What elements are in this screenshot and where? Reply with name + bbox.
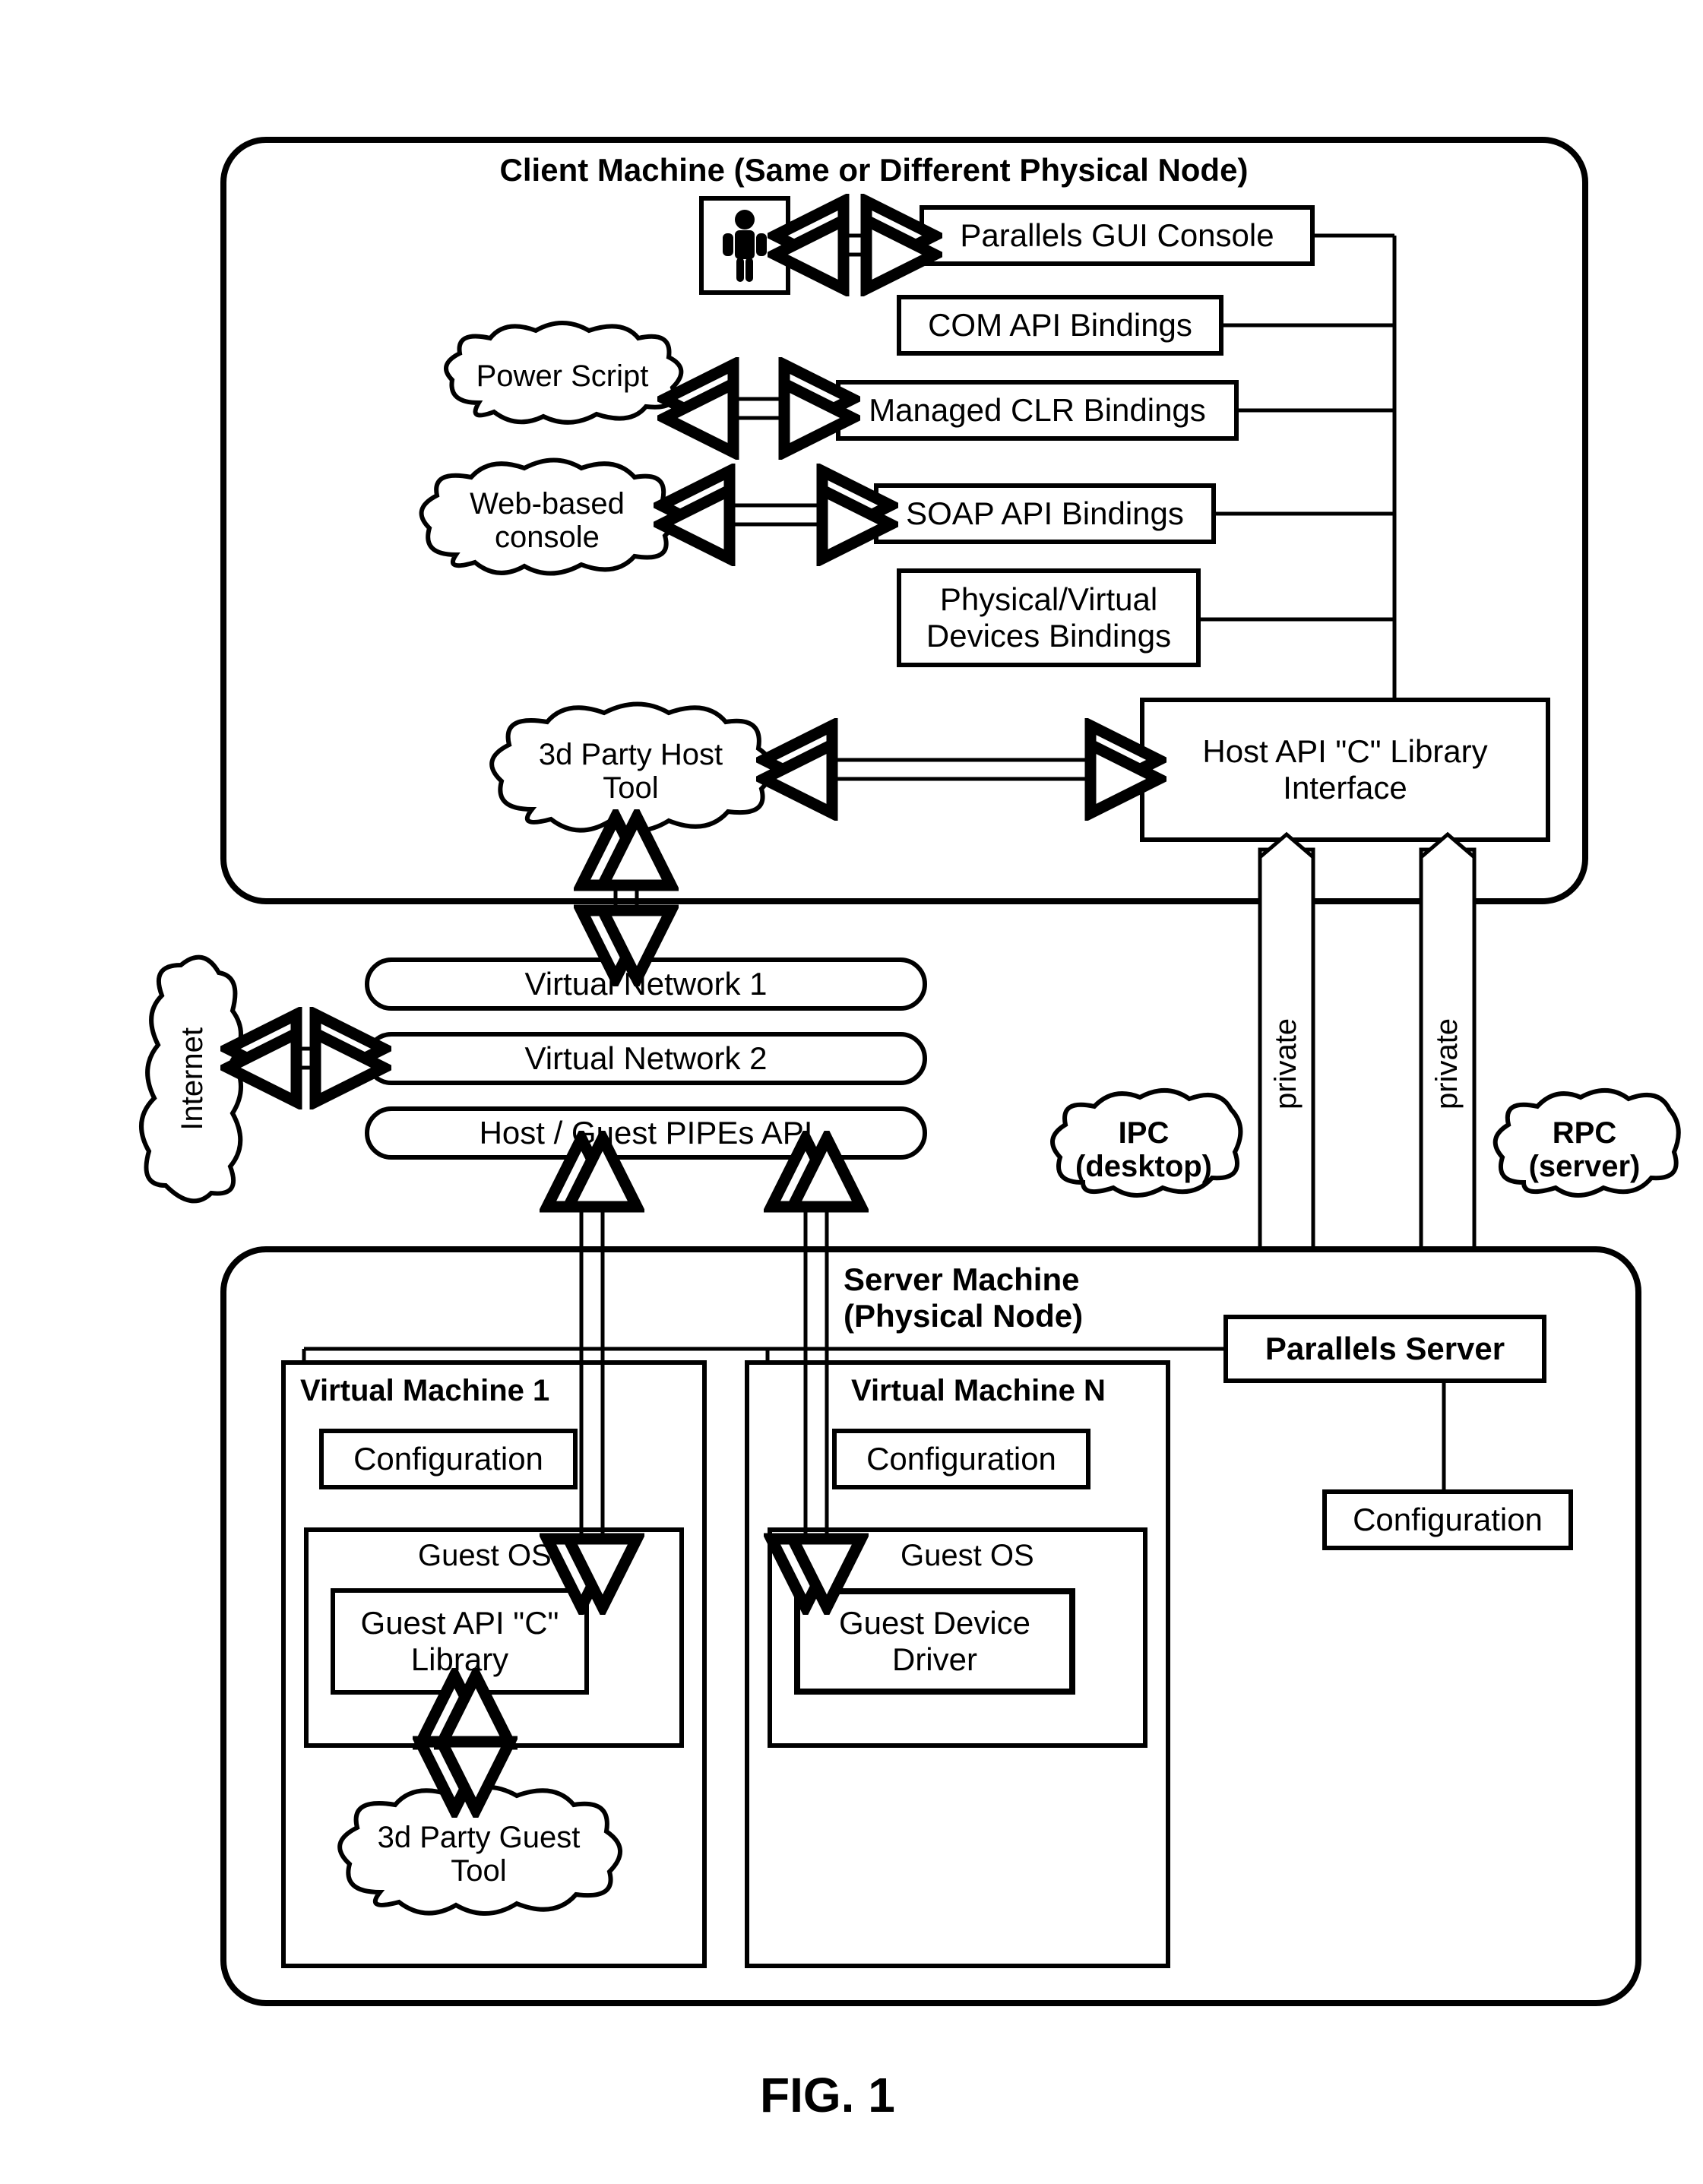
figure-stage: Client Machine (Same or Different Physic…: [0, 0, 1703, 2184]
server-connectors: [0, 0, 1703, 2052]
third-party-guest-label: 3d Party Guest Tool: [355, 1821, 603, 1888]
rpc-server-label: RPC (server): [1506, 1116, 1663, 1183]
power-script-label: Power Script: [454, 359, 672, 393]
third-party-host-label: 3d Party Host Tool: [516, 738, 745, 805]
internet-label: Internet: [153, 1027, 232, 1131]
ipc-desktop-label: IPC (desktop): [1053, 1116, 1235, 1183]
web-console-label: Web-based console: [447, 487, 647, 554]
figure-caption: FIG. 1: [760, 2067, 895, 2123]
